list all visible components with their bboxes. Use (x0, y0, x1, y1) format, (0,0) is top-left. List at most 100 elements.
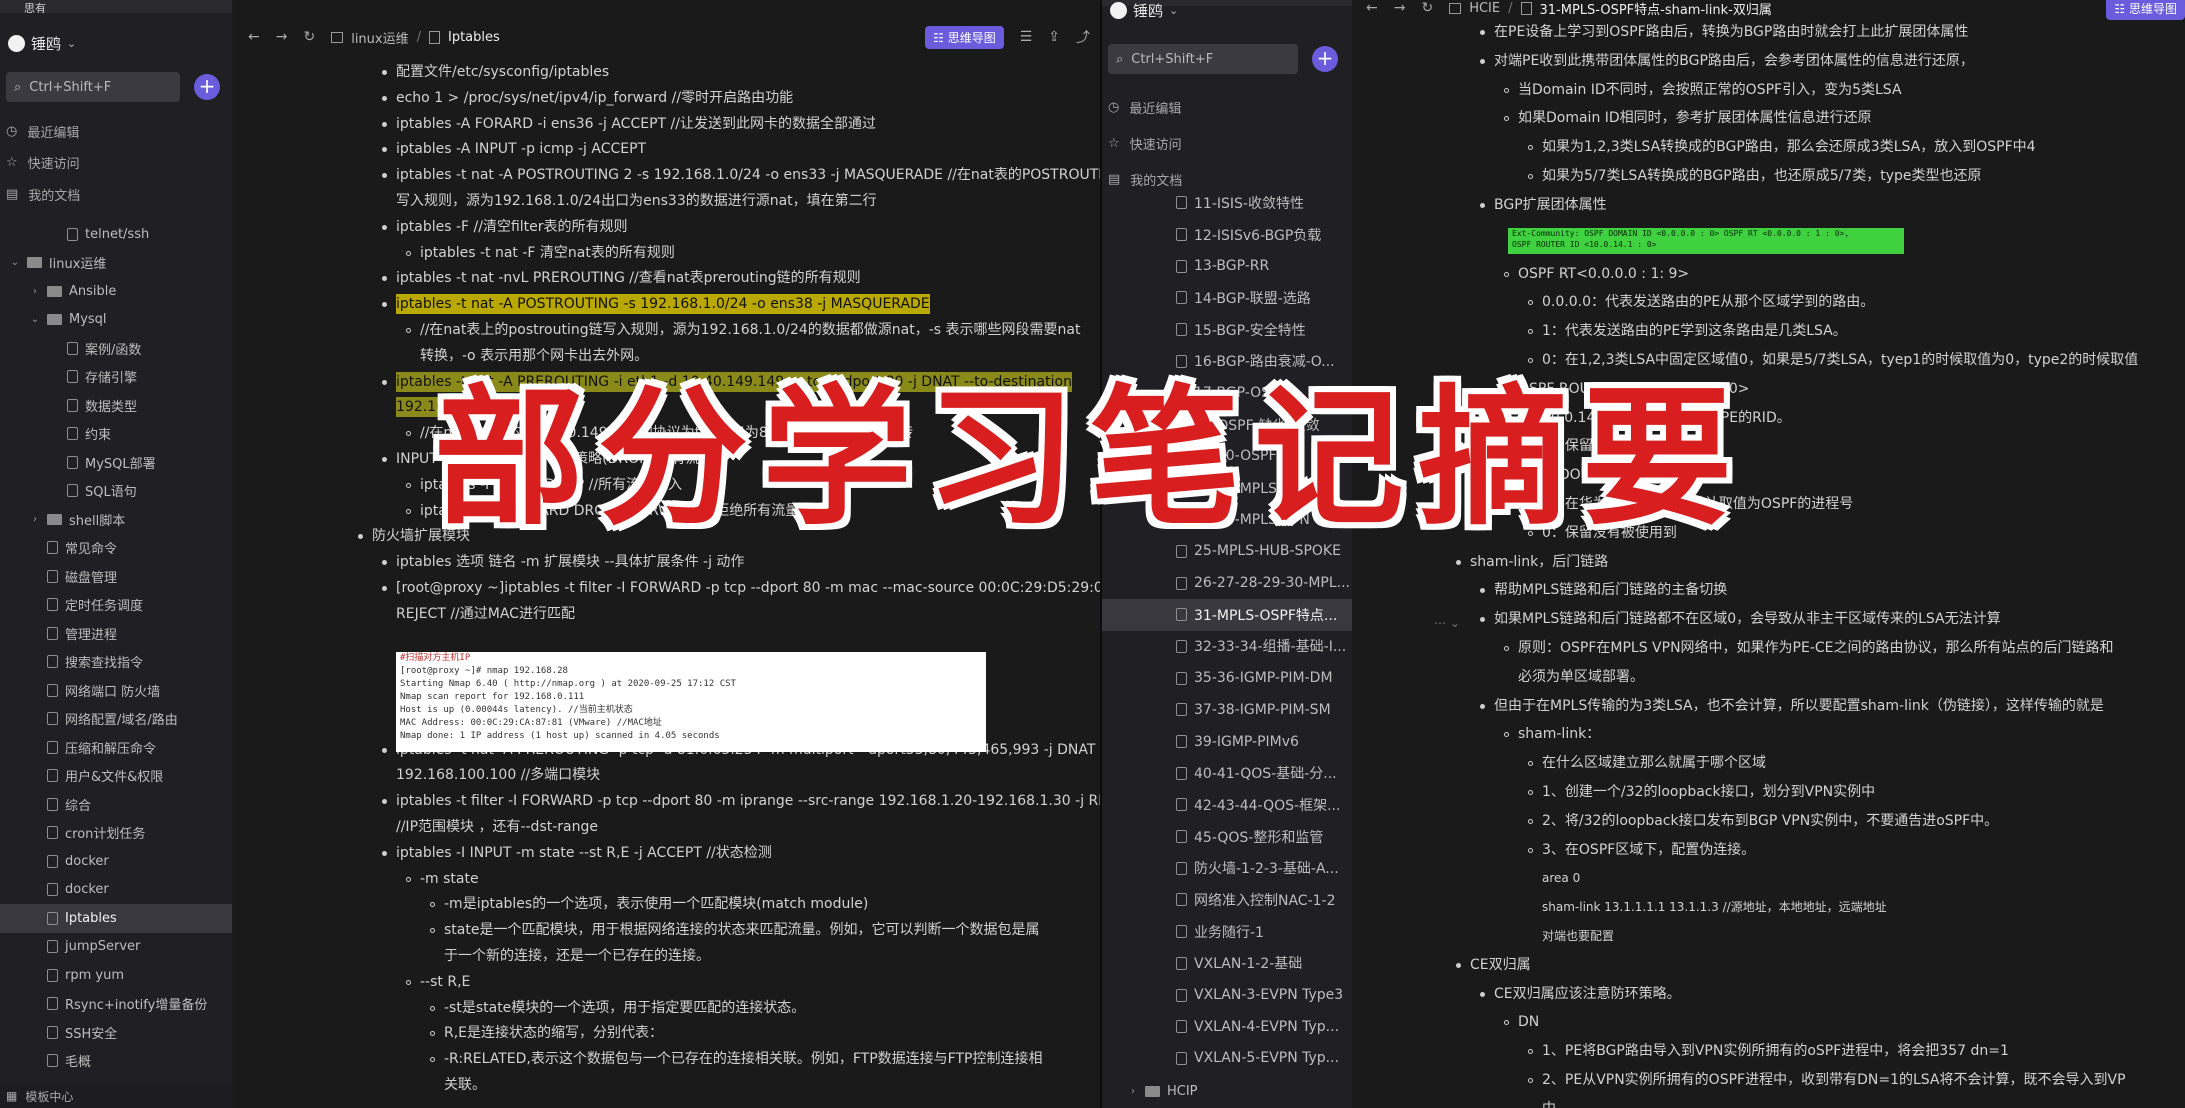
tree-item[interactable]: 案例/函数 (0, 334, 232, 363)
tree-item[interactable]: 13-BGP-RR (1102, 250, 1352, 282)
tree-item[interactable]: 网络端口 防火墙 (0, 676, 232, 705)
outline-icon[interactable]: ☰ (1020, 29, 1033, 45)
tree-item[interactable]: telnet/ssh (0, 220, 232, 249)
tree-item[interactable]: Iptables (0, 904, 232, 933)
forward-icon[interactable]: → (276, 29, 288, 45)
back-icon[interactable]: ← (248, 29, 260, 45)
nav-recent[interactable]: ◷ 最近编辑 (1108, 98, 1181, 117)
tree-item[interactable]: 16-BGP-路由衰减-O... (1102, 345, 1352, 377)
nav-recent[interactable]: ◷ 最近编辑 (6, 122, 79, 141)
tree-item[interactable]: cron计划任务 (0, 819, 232, 848)
breadcrumb-item[interactable]: linux运维 (351, 28, 408, 47)
template-center[interactable]: ▦ 模板中心 (0, 1084, 232, 1108)
workspace-switcher[interactable]: 锤鸥 ⌄ (1110, 0, 1178, 23)
tree-item[interactable]: 32-33-34-组播-基础-I... (1102, 631, 1352, 663)
tree-item[interactable]: Rsync+inotify增量备份 (0, 990, 232, 1019)
tree-item[interactable]: 搜索查找指令 (0, 648, 232, 677)
tree-item[interactable]: 12-ISISv6-BGP负载 (1102, 219, 1352, 251)
tree-item[interactable]: 压缩和解压命令 (0, 733, 232, 762)
refresh-icon[interactable]: ↻ (303, 29, 315, 45)
line-text: 192.168.1.1 (396, 397, 481, 418)
tree-item[interactable]: 网络配置/域名/路由 (0, 705, 232, 734)
tree-item[interactable]: 11-ISIS-收敛特性 (1102, 187, 1352, 219)
tree-item[interactable]: › shell脚本 (0, 505, 232, 534)
tree-item[interactable]: 常见命令 (0, 534, 232, 563)
tree-item[interactable]: ⌄ linux运维 (0, 249, 232, 278)
workspace-switcher[interactable]: 锤鸥 ⌄ (8, 30, 76, 56)
bullet-icon (1480, 991, 1485, 997)
tree-item[interactable]: 网络准入控制NAC-1-2 (1102, 884, 1352, 916)
tree-item[interactable]: VXLAN-5-EVPN Typ... (1102, 1043, 1352, 1075)
nav-my-docs[interactable]: ▤ 我的文档 (6, 185, 80, 204)
tree-item[interactable]: ⌄ Mysql (0, 306, 232, 335)
tree-item[interactable]: 37-38-IGMP-PIM-SM (1102, 694, 1352, 726)
tree-item[interactable]: 毛概 (0, 1047, 232, 1076)
tree-item[interactable]: 用户&文件&权限 (0, 762, 232, 791)
tree-item[interactable]: SQL语句 (0, 477, 232, 506)
tree-item[interactable]: docker (0, 876, 232, 905)
tree-item[interactable]: 31-MPLS-OSPF特点... (1102, 598, 1352, 631)
nav-recent-label: 最近编辑 (1129, 102, 1182, 117)
tree-item[interactable]: 39-IGMP-PIMv6 (1102, 726, 1352, 758)
tree-item[interactable]: 35-36-IGMP-PIM-DM (1102, 662, 1352, 694)
bullet-icon (382, 121, 387, 127)
list-item: 帮助MPLS链路和后门链路的主备切换 (1480, 580, 1727, 600)
back-icon[interactable]: ← (1366, 0, 1378, 16)
mind-map-button[interactable]: ☷ 思维导图 (925, 25, 1004, 49)
breadcrumb-item[interactable]: 31-MPLS-OSPF特点-sham-link-双归属 (1540, 0, 1772, 18)
tree-item[interactable]: SSH安全 (0, 1018, 232, 1047)
tree-item[interactable]: 管理进程 (0, 619, 232, 648)
tree-item[interactable]: 42-43-44-QOS-框架... (1102, 789, 1352, 821)
tree-item[interactable]: 定时任务调度 (0, 591, 232, 620)
tree-item[interactable]: 磁盘管理 (0, 562, 232, 591)
nav-quick[interactable]: ☆ 快速访问 (1108, 134, 1182, 153)
nav-quick[interactable]: ☆ 快速访问 (6, 153, 80, 172)
breadcrumb-item[interactable]: Iptables (448, 30, 500, 45)
new-doc-button[interactable]: + (1312, 46, 1338, 72)
tree-item[interactable]: rpm yum (0, 961, 232, 990)
new-doc-button[interactable]: + (194, 74, 220, 100)
tree-item[interactable]: docker (0, 847, 232, 876)
share-icon[interactable]: ⇪ (1048, 29, 1060, 45)
tree-item[interactable]: 25-MPLS-HUB-SPOKE (1102, 536, 1352, 568)
tree-item[interactable]: MySQL部署 (0, 448, 232, 477)
tree-item[interactable]: VXLAN-4-EVPN Typ... (1102, 1011, 1352, 1043)
tree-item[interactable]: 约束 (0, 420, 232, 449)
hcip-folder-row[interactable]: › HCIP (1102, 1077, 1352, 1106)
doc-content[interactable]: 在PE设备上学习到OSPF路由后，转换为BGP路由时就会打上此扩展团体属性 对端P… (1352, 18, 2185, 1108)
breadcrumb-item[interactable]: HCIE (1469, 1, 1500, 16)
tree-item[interactable]: › Ansible (0, 277, 232, 306)
tree-item-hcip[interactable]: › HCIP (1102, 1077, 1352, 1106)
mind-map-button[interactable]: ☷ 思维导图 (2106, 0, 2185, 20)
export-icon[interactable]: ⤴ (1076, 27, 1090, 47)
tree-item[interactable]: 15-BGP-安全特性 (1102, 314, 1352, 346)
tree-item[interactable]: 40-41-QOS-基础-分... (1102, 757, 1352, 789)
forward-icon[interactable]: → (1394, 0, 1406, 16)
search-box[interactable]: ⌕ Ctrl+Shift+F (6, 72, 180, 102)
tree-item[interactable]: 数据类型 (0, 391, 232, 420)
tree-item[interactable]: 45-QOS-整形和监管 (1102, 821, 1352, 853)
tree-item[interactable]: 21-22-MPLS-基础 (1102, 472, 1352, 504)
tree-item[interactable]: 14-BGP-联盟-选路 (1102, 282, 1352, 314)
line-text: iptables -t nat -F 清空nat表的所有规则 (420, 244, 675, 261)
tree-item[interactable]: 存储引擎 (0, 363, 232, 392)
tree-item-label: VXLAN-4-EVPN Typ... (1194, 1018, 1340, 1035)
screenshot-text-line: Ext-Community: OSPF DOMAIN ID <0.0.0.0 :… (1512, 229, 1850, 238)
tree-item[interactable]: 26-27-28-29-30-MPL... (1102, 567, 1352, 599)
tree-item[interactable]: jumpServer (0, 933, 232, 962)
nmap-screenshot: #扫描对方主机IP [root@proxy ~]# nmap 192.168.28… (396, 652, 986, 752)
list-item: iptables -A INPUT -p icmp -j ACCEPT (382, 139, 646, 159)
tree-item[interactable]: 17-BGP-OSPF (1102, 377, 1352, 409)
tree-item[interactable]: 23-24-MPLS VPN (1102, 504, 1352, 536)
refresh-icon[interactable]: ↻ (1421, 0, 1433, 16)
tree-item[interactable]: 综合 (0, 790, 232, 819)
tree-item[interactable]: VXLAN-3-EVPN Type3 (1102, 979, 1352, 1011)
tree-item[interactable]: 防火墙-1-2-3-基础-A... (1102, 852, 1352, 884)
tree-item[interactable]: 19-20-OSPFv3 (1102, 441, 1352, 473)
search-box[interactable]: ⌕ Ctrl+Shift+F (1108, 44, 1298, 74)
tree-item[interactable]: 18-OSPF-缺省-收敛 (1102, 409, 1352, 441)
tree-item[interactable]: VXLAN-1-2-基础 (1102, 948, 1352, 980)
doc-content[interactable]: 配置文件/etc/sysconfig/iptables echo 1 > /pro… (234, 60, 1100, 1108)
tree-item[interactable]: 业务随行-1 (1102, 916, 1352, 948)
bullet-icon (1480, 202, 1485, 208)
